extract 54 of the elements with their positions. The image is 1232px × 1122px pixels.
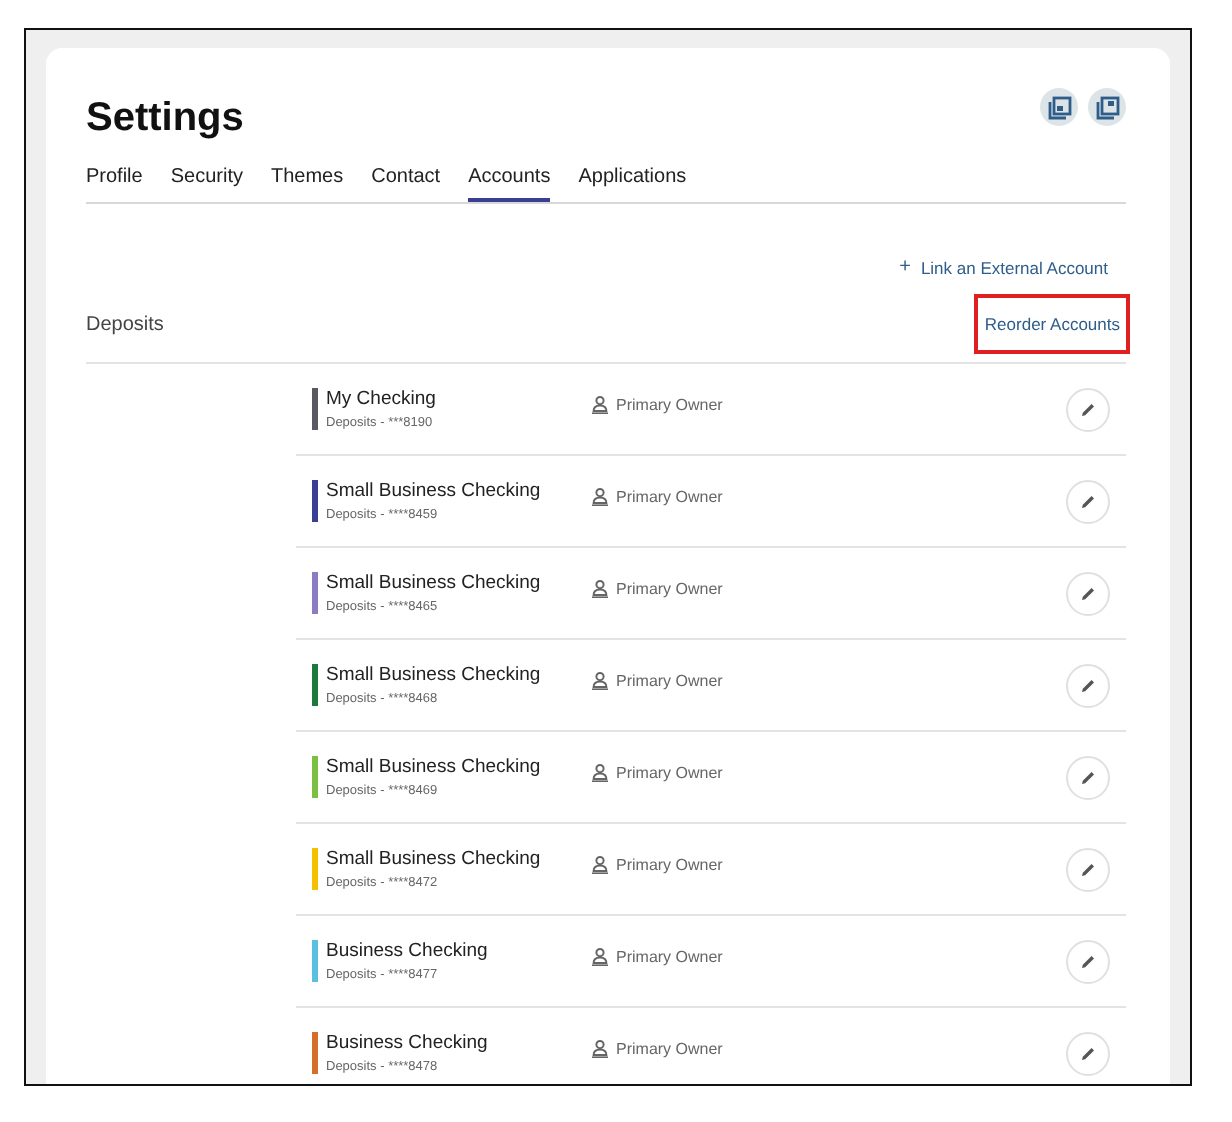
pencil-icon xyxy=(1080,401,1096,417)
edit-button[interactable] xyxy=(1066,387,1110,431)
pencil-icon xyxy=(1080,861,1096,877)
account-name: Business Checking xyxy=(326,940,488,962)
pencil-icon xyxy=(1080,493,1096,509)
owner-label: Primary Owner xyxy=(616,1040,723,1058)
link-external-account-link[interactable]: + Link an External Account xyxy=(899,256,1108,278)
pencil-icon xyxy=(1080,1045,1096,1061)
tab[interactable]: Themes xyxy=(270,162,344,202)
tab[interactable]: Applications xyxy=(578,162,687,202)
window-button[interactable] xyxy=(1088,88,1126,126)
account-name: My Checking xyxy=(326,388,436,410)
edit-button[interactable] xyxy=(1066,939,1110,983)
account-name: Small Business Checking xyxy=(326,572,541,594)
person-icon xyxy=(592,764,608,782)
person-icon xyxy=(592,856,608,874)
tab[interactable]: Profile xyxy=(86,162,143,202)
person-icon xyxy=(592,672,608,690)
owner-label: Primary Owner xyxy=(616,856,723,874)
pencil-icon xyxy=(1080,769,1096,785)
person-icon xyxy=(592,948,608,966)
pencil-icon xyxy=(1080,953,1096,969)
window-button[interactable] xyxy=(1040,88,1078,126)
section-title: Deposits xyxy=(86,313,164,335)
owner-label: Primary Owner xyxy=(616,580,723,598)
tab[interactable]: Contact xyxy=(371,162,441,202)
tab[interactable]: Security xyxy=(170,162,243,202)
account-name: Small Business Checking xyxy=(326,756,541,778)
account-name: Small Business Checking xyxy=(326,664,541,686)
owner-label: Primary Owner xyxy=(616,488,723,506)
owner-label: Primary Owner xyxy=(616,672,723,690)
edit-button[interactable] xyxy=(1066,847,1110,891)
window-icon xyxy=(1095,95,1119,119)
account-name: Business Checking xyxy=(326,1032,488,1054)
owner-label: Primary Owner xyxy=(616,764,723,782)
tab[interactable]: Accounts xyxy=(468,162,551,202)
account-name: Small Business Checking xyxy=(326,480,541,502)
edit-button[interactable] xyxy=(1066,571,1110,615)
account-name: Small Business Checking xyxy=(326,848,541,870)
owner-label: Primary Owner xyxy=(616,396,723,414)
pencil-icon xyxy=(1080,585,1096,601)
edit-button[interactable] xyxy=(1066,1031,1110,1075)
page-title: Settings xyxy=(86,96,244,142)
person-icon xyxy=(592,580,608,598)
pencil-icon xyxy=(1080,677,1096,693)
reorder-accounts-link[interactable]: Reorder Accounts xyxy=(978,298,1126,350)
edit-button[interactable] xyxy=(1066,479,1110,523)
person-icon xyxy=(592,488,608,506)
owner-label: Primary Owner xyxy=(616,948,723,966)
window-icon xyxy=(1047,95,1071,119)
edit-button[interactable] xyxy=(1066,663,1110,707)
person-icon xyxy=(592,396,608,414)
edit-button[interactable] xyxy=(1066,755,1110,799)
person-icon xyxy=(592,1040,608,1058)
